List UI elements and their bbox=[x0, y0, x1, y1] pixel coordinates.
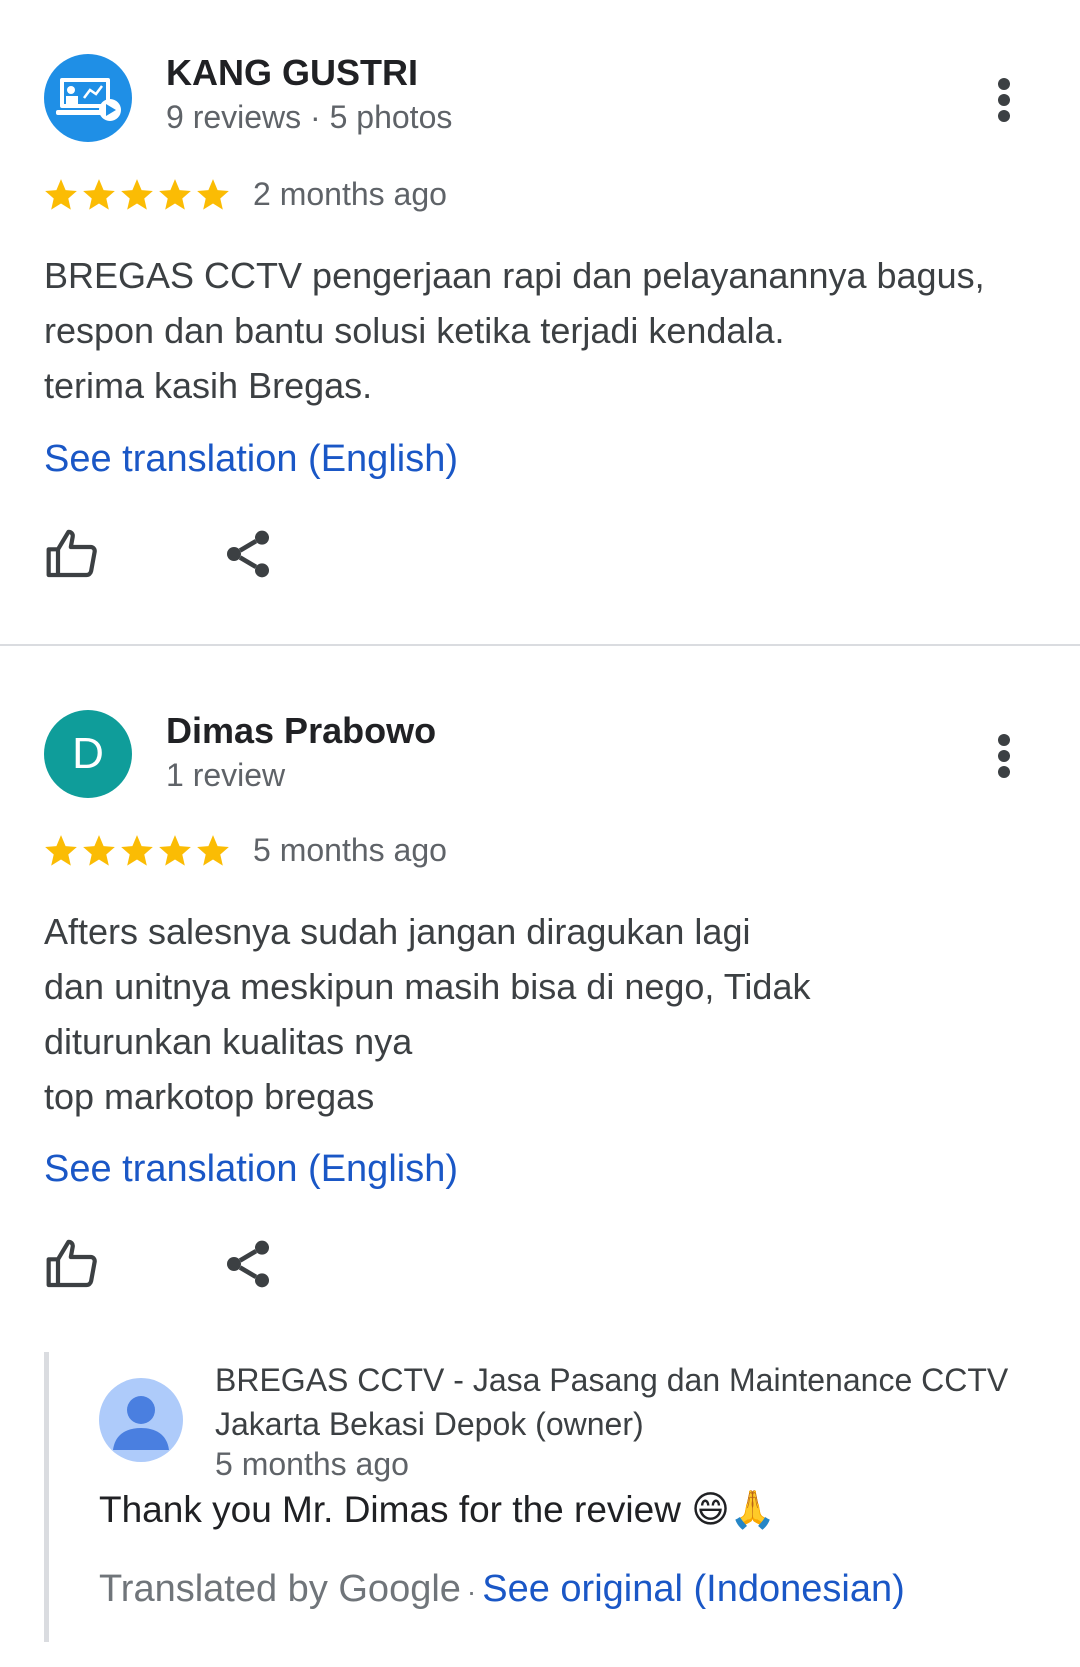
translated-by-label: Translated by Google bbox=[99, 1568, 461, 1610]
star-icon bbox=[83, 835, 115, 866]
review-text-line: dan unitnya meskipun masih bisa di nego,… bbox=[44, 966, 811, 1007]
more-vertical-icon bbox=[998, 734, 1010, 746]
share-button[interactable] bbox=[220, 1236, 276, 1292]
author-avatar[interactable]: D bbox=[44, 710, 132, 798]
more-options-button[interactable] bbox=[984, 724, 1024, 788]
owner-name-line: BREGAS CCTV - Jasa Pasang dan Maintenanc… bbox=[215, 1362, 1009, 1398]
owner-name[interactable]: BREGAS CCTV - Jasa Pasang dan Maintenanc… bbox=[215, 1358, 1045, 1446]
author-avatar[interactable] bbox=[44, 54, 132, 142]
owner-avatar[interactable] bbox=[99, 1378, 183, 1462]
review-text-line: terima kasih Bregas. bbox=[44, 365, 373, 406]
star-rating bbox=[42, 832, 232, 872]
more-vertical-icon bbox=[998, 78, 1010, 90]
review-time: 5 months ago bbox=[253, 832, 447, 868]
presentation-screen-icon bbox=[56, 78, 121, 121]
author-meta[interactable]: 1 review bbox=[166, 757, 285, 794]
share-icon bbox=[227, 530, 269, 578]
author-name[interactable]: Dimas Prabowo bbox=[166, 710, 436, 752]
star-icon bbox=[159, 835, 191, 866]
see-translation-link[interactable]: See translation (English) bbox=[44, 438, 458, 481]
star-icon bbox=[159, 179, 191, 210]
review-text-line: respon dan bantu solusi ketika terjadi k… bbox=[44, 310, 785, 351]
review-card: KANG GUSTRI 9 reviews · 5 photos 2 month… bbox=[0, 0, 1080, 644]
review-text-line: Afters salesnya sudah jangan diragukan l… bbox=[44, 911, 751, 952]
star-icon bbox=[121, 179, 153, 210]
share-icon bbox=[227, 1240, 269, 1288]
star-icon bbox=[45, 835, 77, 866]
owner-reply-time: 5 months ago bbox=[215, 1446, 409, 1482]
share-button[interactable] bbox=[220, 526, 276, 582]
see-translation-link[interactable]: See translation (English) bbox=[44, 1148, 458, 1191]
footer-separator: · bbox=[466, 1576, 477, 1607]
person-icon bbox=[113, 1396, 169, 1450]
star-rating bbox=[42, 176, 232, 216]
like-button[interactable] bbox=[44, 1236, 100, 1292]
review-text: Afters salesnya sudah jangan diragukan l… bbox=[44, 904, 1044, 1124]
thumbs-up-icon bbox=[46, 529, 97, 578]
author-name[interactable]: KANG GUSTRI bbox=[166, 52, 418, 94]
review-text: BREGAS CCTV pengerjaan rapi dan pelayana… bbox=[44, 248, 1044, 413]
owner-reply-text: Thank you Mr. Dimas for the review 😄🙏 bbox=[99, 1489, 776, 1530]
star-icon bbox=[121, 835, 153, 866]
star-icon bbox=[197, 179, 229, 210]
owner-reply: BREGAS CCTV - Jasa Pasang dan Maintenanc… bbox=[44, 1352, 1049, 1642]
star-icon bbox=[83, 179, 115, 210]
see-original-link[interactable]: See original (Indonesian) bbox=[482, 1568, 905, 1610]
review-text-line: top markotop bregas bbox=[44, 1076, 375, 1117]
review-text-line: diturunkan kualitas nya bbox=[44, 1021, 413, 1062]
review-text-line: BREGAS CCTV pengerjaan rapi dan pelayana… bbox=[44, 255, 985, 296]
thumbs-up-icon bbox=[46, 1239, 97, 1288]
author-meta[interactable]: 9 reviews · 5 photos bbox=[166, 99, 452, 136]
review-time: 2 months ago bbox=[253, 176, 447, 212]
star-icon bbox=[45, 179, 77, 210]
more-options-button[interactable] bbox=[984, 68, 1024, 132]
like-button[interactable] bbox=[44, 526, 100, 582]
translation-footer: Translated by Google · See original (Indon… bbox=[99, 1568, 905, 1611]
star-icon bbox=[197, 835, 229, 866]
owner-name-line: Jakarta Bekasi Depok (owner) bbox=[215, 1406, 644, 1442]
